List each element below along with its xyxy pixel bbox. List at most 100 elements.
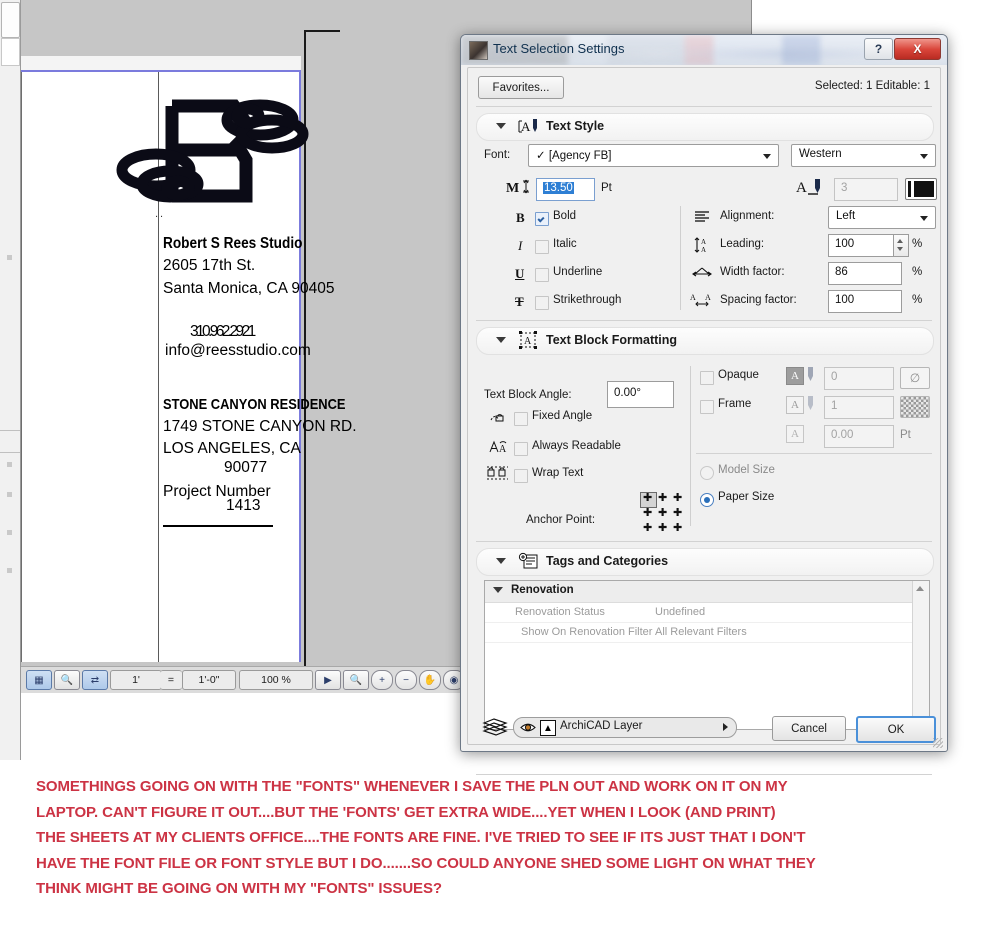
layer-type-icon: ▲ [540, 720, 556, 736]
ok-button[interactable]: OK [856, 716, 936, 743]
frame-line-swatch[interactable] [900, 396, 930, 418]
spacing-factor-input[interactable]: 100 [828, 290, 902, 313]
frame-checkbox[interactable] [700, 400, 714, 414]
section-text-block-header[interactable] [476, 327, 934, 355]
resize-grip[interactable] [933, 738, 943, 748]
anchor-cell-tc[interactable]: ✚ [658, 491, 667, 504]
width-factor-input[interactable]: 86 [828, 262, 902, 285]
cancel-button[interactable]: Cancel [772, 716, 846, 741]
italic-checkbox[interactable] [535, 240, 549, 254]
wrap-text-checkbox[interactable] [514, 469, 528, 483]
zoom-out-icon[interactable]: − [395, 670, 417, 690]
pen-icon: A [796, 179, 820, 196]
anchor-cell-br[interactable]: ✚ [673, 521, 682, 534]
bold-icon: B [516, 210, 525, 225]
tags-scrollbar[interactable] [912, 581, 929, 727]
divider-text-block [476, 541, 932, 542]
eye-icon[interactable] [520, 721, 536, 734]
opaque-pen-input[interactable]: 0 [824, 367, 894, 390]
toolbar-button-second[interactable] [1, 38, 20, 66]
chevron-down-icon[interactable] [496, 337, 506, 343]
script-combo[interactable]: Western [791, 144, 936, 167]
close-button[interactable]: X [894, 38, 941, 60]
stepper-down-icon[interactable] [897, 247, 903, 251]
toolbar-dot-5 [7, 568, 12, 573]
chevron-down-icon[interactable] [920, 216, 928, 221]
bold-checkbox[interactable] [535, 212, 549, 226]
zoom-range-icon[interactable]: 🔍 [343, 670, 369, 690]
anchor-cell-bc[interactable]: ✚ [658, 521, 667, 534]
table-row[interactable]: Renovation Status Undefined [485, 602, 912, 623]
help-button[interactable]: ? [864, 38, 893, 60]
width-factor-icon [692, 267, 712, 277]
left-toolbar-strip[interactable] [0, 0, 21, 760]
text-selection-settings-dialog[interactable]: Text Selection Settings ? X Favorites...… [460, 34, 948, 775]
pen-number-input[interactable]: 3 [834, 178, 898, 201]
table-row[interactable]: Show On Renovation Filter All Relevant F… [485, 622, 912, 643]
model-size-radio[interactable] [700, 466, 714, 480]
pan-icon[interactable]: ✋ [419, 670, 441, 690]
font-size-unit: Pt [601, 182, 612, 194]
frame-offset-input[interactable]: 0.00 [824, 425, 894, 448]
underline-checkbox[interactable] [535, 268, 549, 282]
project-street: 1749 STONE CANYON RD. [163, 418, 357, 435]
opaque-fill-swatch[interactable]: ∅ [900, 367, 930, 389]
scale-right-value[interactable]: 1'-0" [182, 670, 236, 690]
fit-icon[interactable]: ⇄ [82, 670, 108, 690]
section-tags-header[interactable] [476, 548, 934, 576]
zoom-preview-icon[interactable]: 🔍 [54, 670, 80, 690]
opaque-checkbox[interactable] [700, 371, 714, 385]
pen-color-swatch[interactable] [905, 178, 937, 200]
project-number-value: 1413 [226, 497, 261, 514]
svg-text:A: A [701, 238, 706, 246]
toolbar-separator-2 [0, 452, 20, 453]
dialog-title-bar[interactable]: Text Selection Settings ? X [461, 35, 947, 65]
text-block-angle-input[interactable]: 0.00° [607, 381, 674, 408]
favorites-button[interactable]: Favorites... [478, 76, 564, 99]
font-size-input[interactable]: 13.50 [536, 178, 595, 201]
toolbar-button-top[interactable] [1, 2, 20, 38]
always-readable-checkbox[interactable] [514, 442, 528, 456]
wrap-text-icon [487, 466, 508, 480]
tags-list-box[interactable]: Renovation Renovation Status Undefined S… [484, 580, 930, 730]
chevron-down-icon[interactable] [493, 587, 503, 593]
anchor-cell-bl[interactable]: ✚ [643, 521, 652, 534]
opaque-label: Opaque [718, 369, 759, 381]
zoom-in-icon[interactable]: + [371, 670, 393, 690]
frame-pen-input[interactable]: 1 [824, 396, 894, 419]
tags-group-header[interactable]: Renovation [485, 581, 912, 603]
anchor-cell-tr[interactable]: ✚ [673, 491, 682, 504]
next-arrow-icon[interactable]: ▶ [315, 670, 341, 690]
spacing-factor-icon: A A [690, 293, 711, 307]
font-combo[interactable]: ✓ [Agency FB] [528, 144, 779, 167]
dialog-app-icon [469, 41, 488, 60]
paper-size-label: Paper Size [718, 491, 775, 503]
anchor-cell-mr[interactable]: ✚ [673, 506, 682, 519]
anchor-cell-mc[interactable]: ✚ [658, 506, 667, 519]
layer-combo[interactable]: ▲ ArchiCAD Layer [513, 717, 737, 738]
toolbar-dot-3 [7, 492, 12, 497]
strikethrough-checkbox[interactable] [535, 296, 549, 310]
leading-stepper[interactable] [893, 234, 909, 257]
dimension-icon[interactable]: ▦ [26, 670, 52, 690]
chevron-down-icon[interactable] [496, 123, 506, 129]
anchor-cell-tl[interactable]: ✚ [643, 491, 652, 504]
fixed-angle-checkbox[interactable] [514, 412, 528, 426]
anchor-point-grid[interactable]: ✚ ✚ ✚ ✚ ✚ ✚ ✚ ✚ ✚ [640, 491, 685, 535]
chevron-right-icon[interactable] [723, 723, 728, 731]
chevron-down-icon[interactable] [920, 154, 928, 159]
chevron-down-icon[interactable] [763, 154, 771, 159]
width-factor-unit: % [912, 266, 923, 278]
paper-size-radio[interactable] [700, 493, 714, 507]
scale-left-value[interactable]: 1' [110, 670, 162, 690]
section-text-style-header[interactable] [476, 113, 934, 141]
zoom-percent-value[interactable]: 100 % [239, 670, 313, 690]
alignment-combo[interactable]: Left [828, 206, 936, 229]
chevron-down-icon[interactable] [496, 558, 506, 564]
leading-input[interactable]: 100 [828, 234, 894, 257]
firm-city: Santa Monica, CA 90405 [163, 280, 335, 297]
anchor-cell-ml[interactable]: ✚ [643, 506, 652, 519]
svg-text:M: M [506, 181, 519, 196]
scroll-up-arrow-icon[interactable] [916, 586, 924, 591]
stepper-up-icon[interactable] [897, 239, 903, 243]
